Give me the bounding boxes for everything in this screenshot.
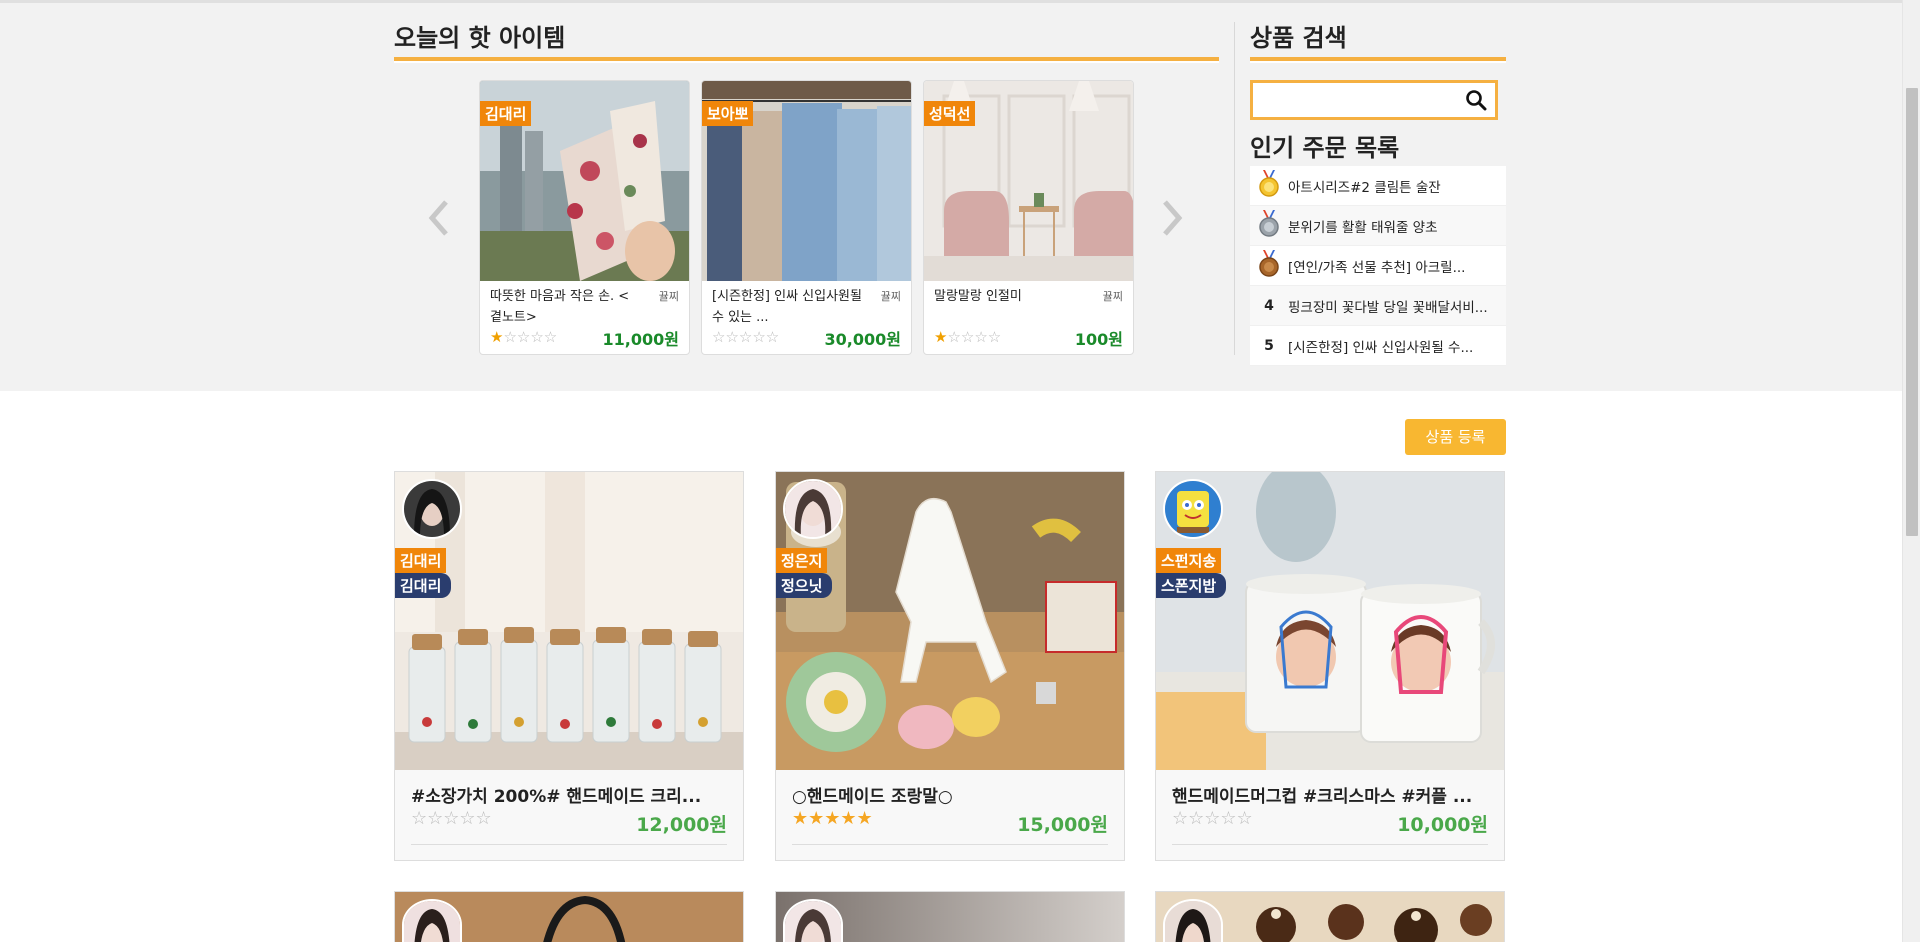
hot-item-tag: 뀰찌 (658, 290, 679, 303)
product-price: 10,000원 (1397, 814, 1488, 836)
hot-items-title: 오늘의 핫 아이템 (394, 24, 566, 52)
seller-name-badge: 스펀지송 (1156, 548, 1222, 573)
popular-order-item[interactable]: 아트시리즈#2 클림튼 술잔 (1250, 166, 1506, 206)
hot-item-name: 따뜻한 마음과 작은 손. <곁노트> (490, 289, 630, 325)
carousel-next-button[interactable] (1157, 196, 1187, 240)
rank-number: 5 (1264, 337, 1274, 354)
hot-item-card[interactable]: 성덕선 말랑말랑 인절미 뀰찌 ★☆☆☆☆ 100원 (923, 80, 1134, 355)
seller-nickname-badge: 정으닛 (776, 573, 833, 598)
seller-avatar[interactable] (1163, 899, 1223, 942)
page-scrollbar[interactable] (1902, 0, 1920, 942)
popular-order-text: [연인/가족 선물 추천] 아크릴... (1288, 259, 1466, 276)
star-rating: ☆☆☆☆☆ (712, 328, 780, 346)
popular-order-text: 핑크장미 꽃다발 당일 꽃배달서비... (1288, 299, 1488, 316)
product-title: #소장가치 200%# 핸드메이드 크리... (411, 787, 702, 807)
product-price: 15,000원 (1017, 814, 1108, 836)
vertical-divider (1234, 22, 1235, 355)
product-price: 12,000원 (636, 814, 727, 836)
star-rating: ☆☆☆☆☆ (1172, 808, 1253, 829)
popular-order-item[interactable]: 분위기를 활활 태워줄 양초 (1250, 206, 1506, 246)
hot-item-name: 말랑말랑 인절미 (934, 289, 1022, 304)
seller-avatar[interactable] (783, 479, 843, 539)
silver-medal-icon (1250, 209, 1288, 242)
seller-avatar[interactable] (402, 899, 462, 942)
search-box (1250, 80, 1498, 120)
popular-order-item[interactable]: 5 [시즌한정] 인싸 신입사원될 수... (1250, 326, 1506, 366)
scroll-up-button[interactable] (1903, 0, 1920, 16)
search-icon[interactable] (1465, 89, 1487, 111)
register-product-button[interactable]: 상품 등록 (1405, 419, 1506, 455)
hot-item-price: 100원 (1074, 330, 1123, 349)
scroll-down-button[interactable] (1903, 926, 1920, 942)
popular-order-item[interactable]: [연인/가족 선물 추천] 아크릴... (1250, 246, 1506, 286)
seller-badge: 성덕선 (924, 101, 976, 126)
seller-avatar[interactable] (783, 899, 843, 942)
gold-medal-icon (1250, 169, 1288, 202)
bronze-medal-icon (1250, 249, 1288, 282)
seller-badge: 김대리 (480, 101, 532, 126)
seller-name-badge: 김대리 (395, 548, 447, 573)
product-card[interactable] (1155, 891, 1505, 942)
popular-order-text: [시즌한정] 인싸 신입사원될 수... (1288, 339, 1474, 356)
hot-item-card[interactable]: 보아뽀 [시즌한정] 인싸 신입사원될 수 있는 ... 뀰찌 ☆☆☆☆☆ 30… (701, 80, 912, 355)
card-divider (1172, 844, 1488, 845)
search-underline (1250, 57, 1506, 63)
chevron-right-icon (1163, 200, 1183, 236)
product-card[interactable]: 스펀지송 스폰지밥 핸드메이드머그컵 #크리스마스 #커플 ... ☆☆☆☆☆ … (1155, 471, 1505, 861)
seller-name-badge: 정은지 (776, 548, 828, 573)
card-divider (792, 844, 1108, 845)
hot-item-name: [시즌한정] 인싸 신입사원될 수 있는 ... (712, 289, 862, 325)
hot-item-price: 30,000원 (824, 330, 901, 349)
rank-number: 4 (1264, 297, 1274, 314)
hot-item-tag: 뀰찌 (880, 290, 901, 303)
popular-orders-list: 아트시리즈#2 클림튼 술잔 분위기를 활활 태워줄 양초 [연인/가족 선물 … (1250, 166, 1506, 366)
seller-nickname-badge: 스폰지밥 (1156, 573, 1227, 598)
search-title: 상품 검색 (1250, 24, 1347, 52)
hot-item-tag: 뀰찌 (1102, 290, 1123, 303)
carousel-prev-button[interactable] (424, 196, 454, 240)
seller-badge: 보아뽀 (702, 101, 754, 126)
star-rating: ★☆☆☆☆ (490, 328, 558, 346)
product-title: 핸드메이드머그컵 #크리스마스 #커플 ... (1172, 787, 1473, 807)
hot-items-underline (394, 57, 1219, 63)
star-rating: ☆☆☆☆☆ (411, 808, 492, 829)
popular-order-text: 아트시리즈#2 클림튼 술잔 (1288, 179, 1441, 196)
seller-avatar[interactable] (1163, 479, 1223, 539)
product-title: ○핸드메이드 조랑말○ (792, 787, 953, 807)
card-divider (411, 844, 727, 845)
star-rating: ★★★★★ (792, 808, 873, 829)
popular-order-text: 분위기를 활활 태워줄 양초 (1288, 219, 1438, 236)
product-card[interactable] (394, 891, 744, 942)
product-card[interactable]: 정은지 정으닛 ○핸드메이드 조랑말○ ★★★★★ 15,000원 (775, 471, 1125, 861)
product-card[interactable] (775, 891, 1125, 942)
product-card[interactable]: 김대리 김대리 #소장가치 200%# 핸드메이드 크리... ☆☆☆☆☆ 12… (394, 471, 744, 861)
hot-item-price: 11,000원 (602, 330, 679, 349)
search-input[interactable] (1253, 83, 1453, 117)
chevron-left-icon (428, 200, 448, 236)
star-rating: ★☆☆☆☆ (934, 328, 1002, 346)
hot-item-card[interactable]: 김대리 따뜻한 마음과 작은 손. <곁노트> 뀰찌 ★☆☆☆☆ 11,000원 (479, 80, 690, 355)
seller-avatar[interactable] (402, 479, 462, 539)
seller-nickname-badge: 김대리 (395, 573, 452, 598)
scrollbar-thumb[interactable] (1906, 88, 1918, 536)
popular-order-item[interactable]: 4 핑크장미 꽃다발 당일 꽃배달서비... (1250, 286, 1506, 326)
popular-orders-title: 인기 주문 목록 (1250, 134, 1400, 162)
